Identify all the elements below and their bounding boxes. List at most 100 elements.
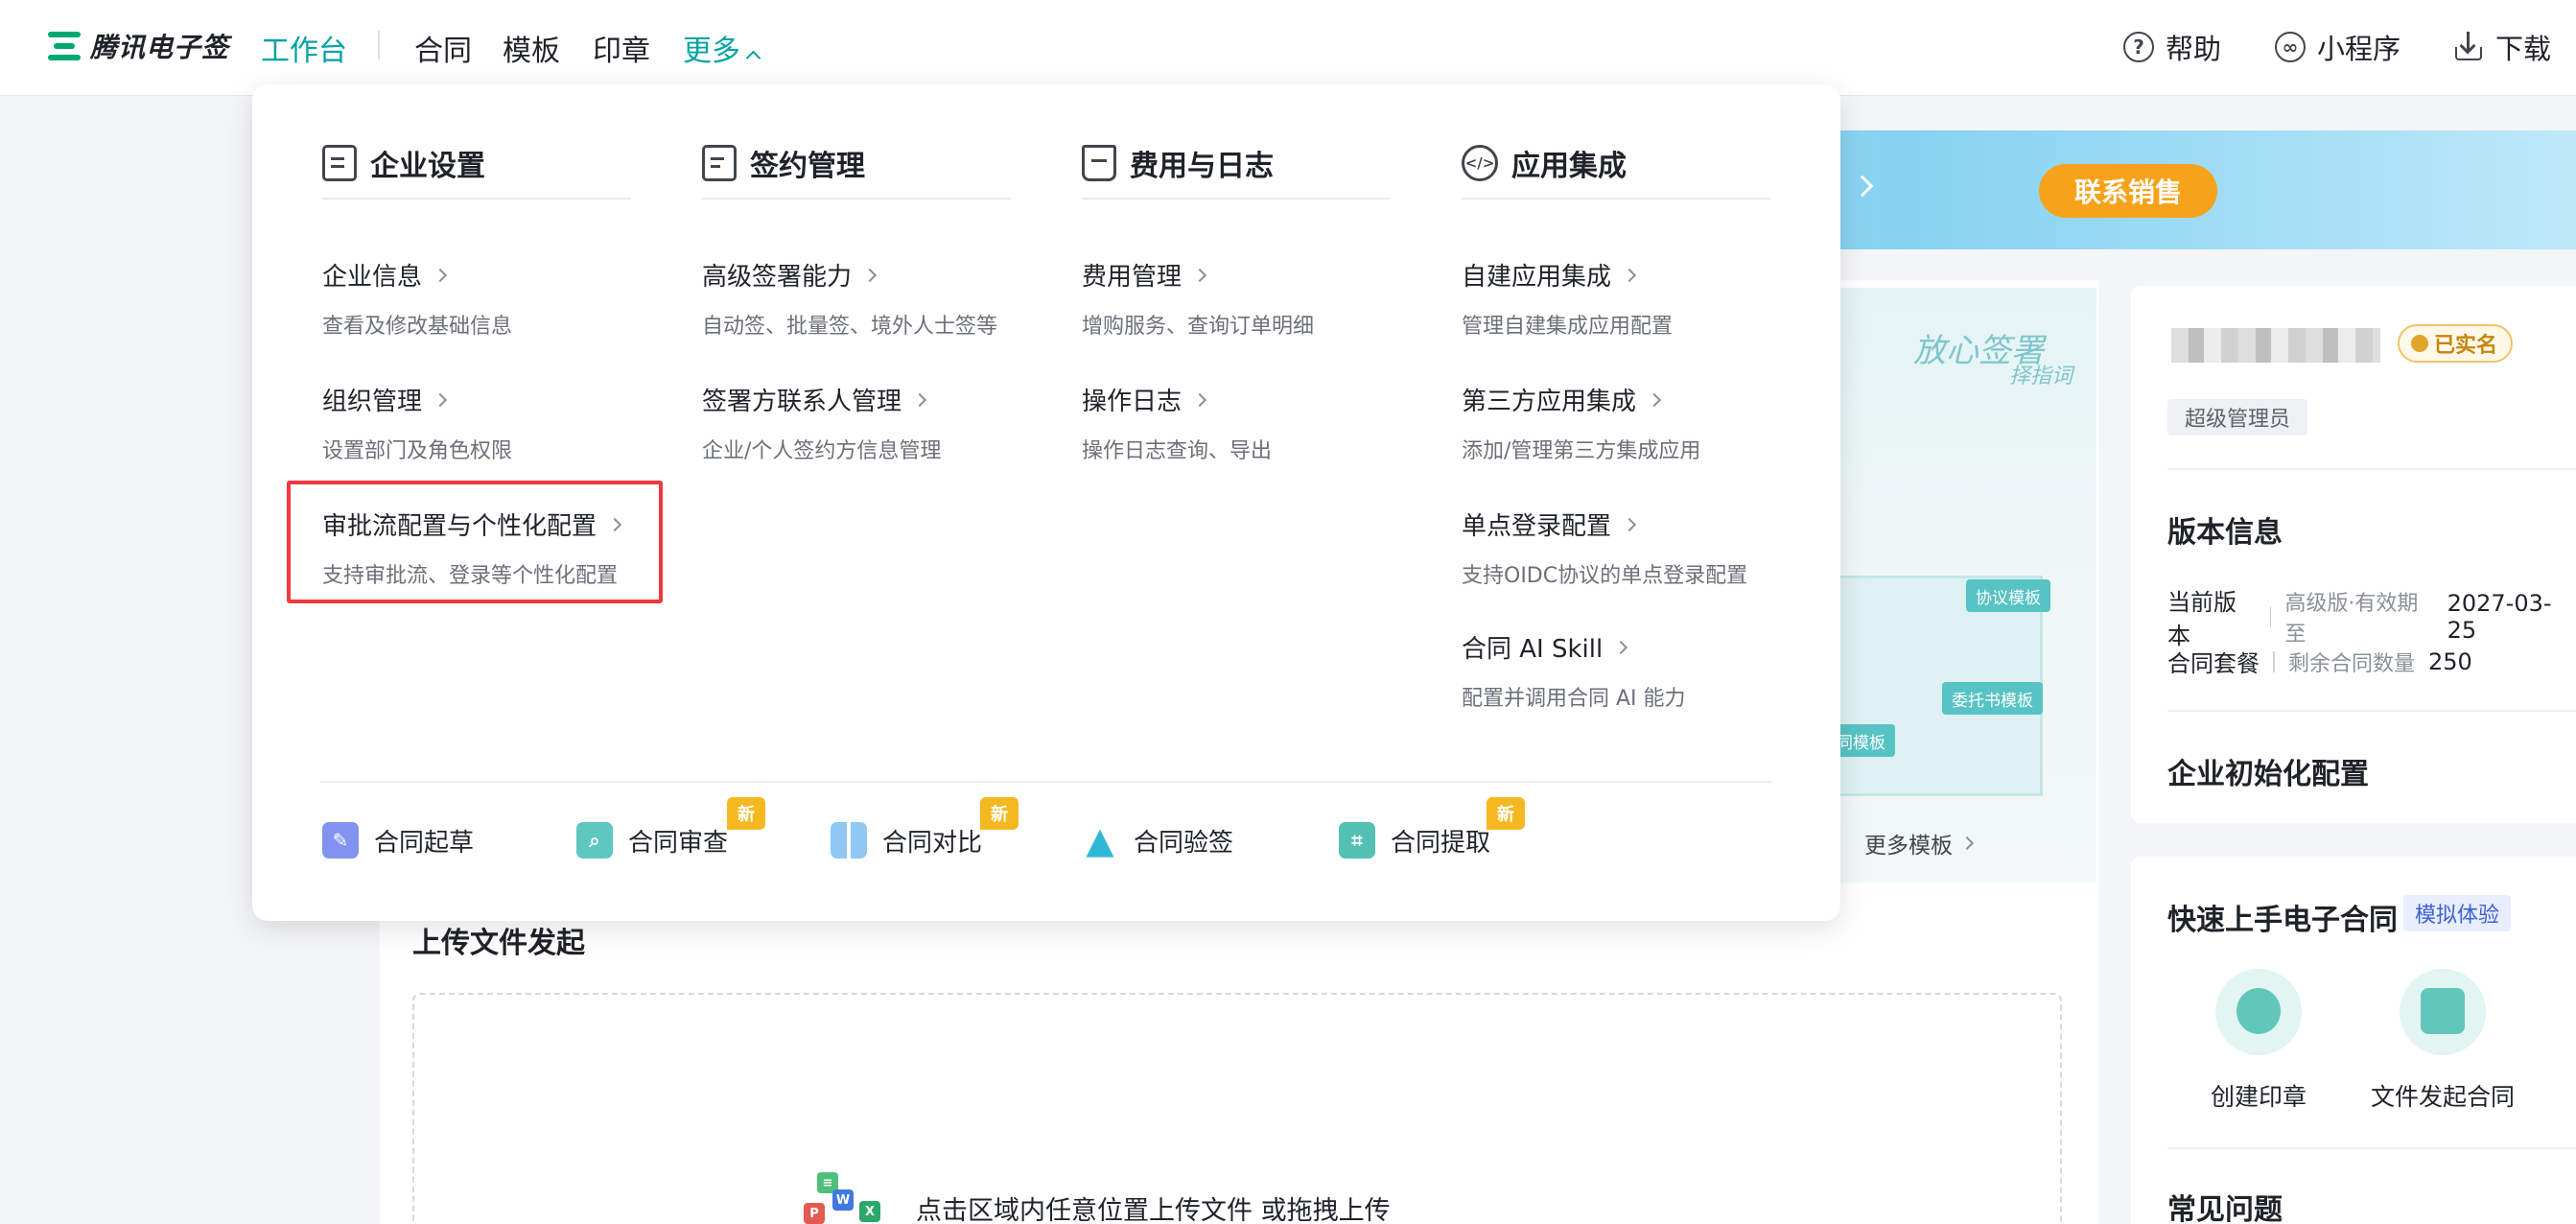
menu-item-title: 合同 AI Skill: [1462, 635, 1604, 664]
chevron-right-icon: [912, 392, 927, 407]
nav-more-label: 更多: [683, 35, 740, 68]
divider: [702, 198, 1011, 200]
pdf-file-icon: P: [804, 1203, 825, 1224]
brand-name: 腾讯电子签: [90, 32, 230, 63]
column-title: 企业设置: [370, 150, 485, 183]
menu-item-custom-app[interactable]: 自建应用集成: [1462, 257, 1637, 293]
simulation-tag[interactable]: 模拟体验: [2403, 895, 2512, 931]
tool-label: 合同起草: [374, 828, 475, 858]
menu-item-operation-logs[interactable]: 操作日志: [1082, 382, 1207, 417]
role-badge: 超级管理员: [2167, 399, 2308, 435]
file-contract-label[interactable]: 文件发起合同: [2371, 1078, 2515, 1113]
menu-item-title: 高级签署能力: [702, 263, 853, 292]
help-label: 帮助: [2166, 33, 2222, 65]
download-label: 下载: [2495, 33, 2552, 65]
tool-contract-verify[interactable]: ▲ 合同验签: [1082, 819, 1234, 861]
chevron-right-icon: [1647, 392, 1662, 407]
download-link[interactable]: 下载: [2453, 27, 2551, 67]
menu-item-desc: 配置并调用合同 AI 能力: [1462, 687, 1686, 711]
quick-start-title: 快速上手电子合同: [2167, 904, 2398, 937]
seal-icon[interactable]: [2215, 969, 2302, 1055]
faq-title: 常见问题: [2167, 1193, 2283, 1224]
menu-item-desc: 操作日志查询、导出: [1082, 439, 1273, 463]
nav-item-contracts[interactable]: 合同: [414, 27, 472, 69]
file-types-icon: ≡ W P X: [804, 1172, 884, 1224]
init-config-title[interactable]: 企业初始化配置: [2167, 750, 2369, 792]
more-templates-link[interactable]: 更多模板: [1864, 827, 1975, 859]
extract-scan-icon: ⌗: [1339, 822, 1375, 859]
menu-item-sso-config[interactable]: 单点登录配置: [1462, 506, 1637, 542]
brand-logo[interactable]: 腾讯电子签: [48, 27, 229, 65]
template-tag-agreement: 协议模板: [1966, 579, 2050, 612]
divider: [320, 781, 1772, 783]
highlight-box: [287, 481, 663, 603]
menu-item-third-party-app[interactable]: 第三方应用集成: [1462, 382, 1662, 417]
review-search-icon: ⌕: [576, 822, 613, 859]
upload-section-title: 上传文件发起: [412, 927, 585, 960]
menu-item-desc: 增购服务、查询订单明细: [1082, 315, 1315, 339]
tool-contract-extract[interactable]: ⌗ 合同提取: [1339, 822, 1490, 859]
current-version-value: 高级版·有效期至: [2284, 592, 2419, 647]
column-header-app-integration: </> 应用集成: [1462, 142, 1627, 184]
column-header-signing-management: 签约管理: [702, 142, 865, 184]
menu-item-title: 组织管理: [322, 388, 423, 416]
tool-contract-review[interactable]: ⌕ 合同审查: [576, 822, 728, 859]
miniprogram-icon: ∞: [2275, 32, 2306, 62]
package-row: 合同套餐 剩余合同数量 250: [2167, 645, 2472, 678]
menu-item-title: 单点登录配置: [1462, 512, 1612, 541]
menu-item-desc: 企业/个人签约方信息管理: [702, 439, 942, 463]
menu-item-title: 操作日志: [1082, 388, 1183, 416]
divider: [1462, 198, 1770, 200]
blurred-company-name: [2171, 328, 2380, 363]
signing-management-icon: [702, 145, 737, 181]
chevron-right-icon: [1959, 836, 1975, 851]
menu-item-desc: 查看及修改基础信息: [322, 315, 513, 339]
word-file-icon: W: [832, 1189, 854, 1211]
menu-item-org-management[interactable]: 组织管理: [322, 382, 448, 417]
app-integration-icon: </>: [1462, 145, 1498, 181]
template-tag-authorization: 委托书模板: [1942, 682, 2043, 715]
nav-item-templates[interactable]: 模板: [503, 27, 560, 69]
divider: [322, 198, 631, 200]
menu-item-ai-skill[interactable]: 合同 AI Skill: [1462, 629, 1628, 665]
chevron-right-icon: [433, 268, 448, 282]
cost-log-icon: [1082, 145, 1116, 181]
menu-item-company-info[interactable]: 企业信息: [322, 257, 448, 293]
nav-item-more[interactable]: 更多: [683, 27, 761, 69]
tool-label: 合同对比: [882, 828, 983, 858]
nav-item-seals[interactable]: 印章: [593, 27, 650, 69]
tool-contract-compare[interactable]: 合同对比: [831, 822, 982, 859]
tool-contract-draft[interactable]: ✎ 合同起草: [322, 822, 474, 859]
tool-label: 合同审查: [628, 828, 729, 858]
create-seal-label[interactable]: 创建印章: [2211, 1078, 2307, 1113]
help-link[interactable]: ? 帮助: [2123, 27, 2221, 67]
miniprogram-link[interactable]: ∞ 小程序: [2275, 27, 2400, 67]
file-contract-icon[interactable]: [2400, 969, 2486, 1055]
template-script-subtitle: 择指词: [2009, 365, 2073, 388]
top-nav: 腾讯电子签 工作台 合同 模板 印章 更多 ? 帮助 ∞ 小程序 下载: [0, 0, 2576, 96]
divider: [2167, 1147, 2576, 1149]
new-badge: 新: [980, 797, 1019, 830]
person-verified-icon: [2411, 335, 2428, 352]
menu-item-cost-management[interactable]: 费用管理: [1082, 257, 1207, 293]
nav-item-workbench[interactable]: 工作台: [261, 27, 347, 69]
menu-item-title: 自建应用集成: [1462, 263, 1612, 292]
menu-item-desc: 设置部门及角色权限: [322, 439, 513, 463]
chevron-right-icon: [1192, 392, 1207, 407]
menu-item-desc: 支持OIDC协议的单点登录配置: [1462, 564, 1748, 588]
draft-pen-icon: ✎: [322, 822, 359, 859]
chevron-right-icon: [1622, 517, 1637, 531]
menu-item-title: 企业信息: [322, 263, 423, 292]
menu-item-signer-contacts[interactable]: 签署方联系人管理: [702, 382, 927, 417]
menu-item-advanced-signing[interactable]: 高级签署能力: [702, 257, 878, 293]
menu-item-desc: 添加/管理第三方集成应用: [1462, 439, 1701, 463]
divider: [2167, 710, 2576, 712]
miniprogram-label: 小程序: [2317, 33, 2401, 65]
help-icon: ?: [2123, 32, 2154, 62]
tool-label: 合同验签: [1134, 828, 1234, 858]
contact-sales-button[interactable]: 联系销售: [2039, 164, 2217, 218]
package-value: 剩余合同数量: [2288, 651, 2416, 676]
excel-file-icon: X: [859, 1201, 880, 1222]
menu-item-title: 费用管理: [1082, 263, 1183, 292]
column-title: 签约管理: [750, 150, 865, 183]
